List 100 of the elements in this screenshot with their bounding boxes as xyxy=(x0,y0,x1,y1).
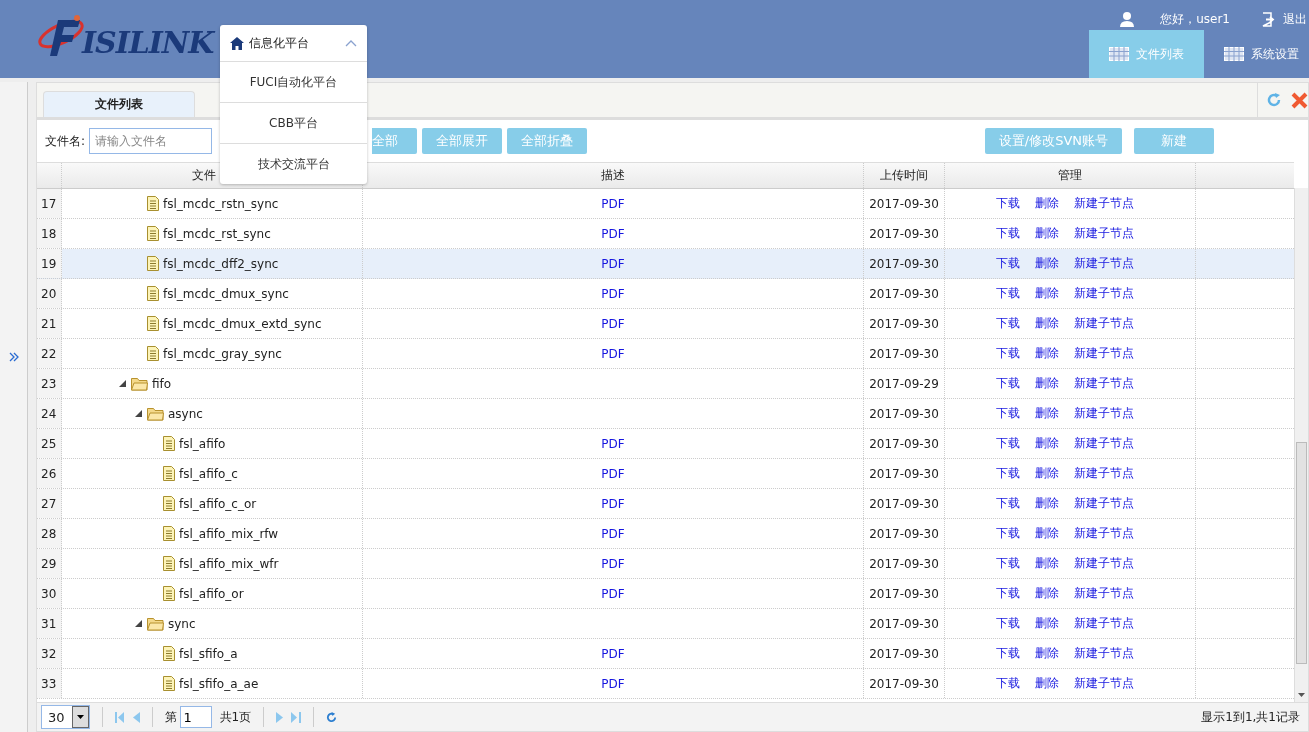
action-link[interactable]: 新建子节点 xyxy=(1074,585,1134,602)
action-link[interactable]: 新建子节点 xyxy=(1074,285,1134,302)
table-row[interactable]: 26 fsl_afifo_c PDF 2017-09-30 下载 删除 新建子节点 xyxy=(37,459,1294,489)
action-link[interactable]: 新建子节点 xyxy=(1074,195,1134,212)
action-link[interactable]: 新建子节点 xyxy=(1074,675,1134,692)
action-link[interactable]: 删除 xyxy=(1035,375,1059,392)
action-link[interactable]: 删除 xyxy=(1035,585,1059,602)
action-link[interactable]: 删除 xyxy=(1035,615,1059,632)
panel-tab[interactable]: 文件列表 xyxy=(43,91,195,117)
platform-menu-toggle[interactable]: 信息化平台 xyxy=(220,25,367,61)
pdf-link[interactable]: PDF xyxy=(601,196,625,211)
table-row[interactable]: 20 fsl_mcdc_dmux_sync PDF 2017-09-30 下载 删除 新建子节点 xyxy=(37,279,1294,309)
action-link[interactable]: 删除 xyxy=(1035,345,1059,362)
action-link[interactable]: 下载 xyxy=(996,375,1020,392)
action-link[interactable]: 下载 xyxy=(996,435,1020,452)
table-row[interactable]: 33 fsl_sfifo_a_ae PDF 2017-09-30 下载 删除 新建子节点 xyxy=(37,669,1294,699)
table-row[interactable]: 30 fsl_afifo_or PDF 2017-09-30 下载 删除 新建子节点 xyxy=(37,579,1294,609)
refresh-icon[interactable] xyxy=(1266,92,1282,108)
first-page-icon[interactable] xyxy=(114,711,125,723)
action-link[interactable]: 新建子节点 xyxy=(1074,525,1134,542)
refresh-icon[interactable] xyxy=(326,711,338,723)
pdf-link[interactable]: PDF xyxy=(601,676,625,691)
action-link[interactable]: 下载 xyxy=(996,255,1020,272)
pdf-link[interactable]: PDF xyxy=(601,466,625,481)
collapse-triangle-icon[interactable] xyxy=(135,410,142,417)
action-link[interactable]: 删除 xyxy=(1035,645,1059,662)
action-link[interactable]: 删除 xyxy=(1035,465,1059,482)
action-link[interactable]: 新建子节点 xyxy=(1074,345,1134,362)
action-link[interactable]: 新建子节点 xyxy=(1074,495,1134,512)
pdf-link[interactable]: PDF xyxy=(601,526,625,541)
action-link[interactable]: 新建子节点 xyxy=(1074,315,1134,332)
action-link[interactable]: 下载 xyxy=(996,525,1020,542)
action-link[interactable]: 删除 xyxy=(1035,405,1059,422)
table-row[interactable]: 29 fsl_afifo_mix_wfr PDF 2017-09-30 下载 删除 新建子节点 xyxy=(37,549,1294,579)
action-link[interactable]: 删除 xyxy=(1035,285,1059,302)
table-row[interactable]: 17 fsl_mcdc_rstn_sync PDF 2017-09-30 下载 删除 新建子节点 xyxy=(37,189,1294,219)
action-link[interactable]: 下载 xyxy=(996,555,1020,572)
action-link[interactable]: 新建子节点 xyxy=(1074,375,1134,392)
close-icon[interactable] xyxy=(1291,91,1308,109)
action-link[interactable]: 下载 xyxy=(996,195,1020,212)
action-link[interactable]: 下载 xyxy=(996,465,1020,482)
pdf-link[interactable]: PDF xyxy=(601,286,625,301)
table-row[interactable]: 24 async 2017-09-30 下载 删除 新建子节点 xyxy=(37,399,1294,429)
pdf-link[interactable]: PDF xyxy=(601,346,625,361)
action-link[interactable]: 下载 xyxy=(996,345,1020,362)
table-row[interactable]: 22 fsl_mcdc_gray_sync PDF 2017-09-30 下载 删除 新建子节点 xyxy=(37,339,1294,369)
next-page-icon[interactable] xyxy=(276,711,284,723)
logout-link[interactable]: 退出 xyxy=(1262,10,1307,28)
action-link[interactable]: 新建子节点 xyxy=(1074,555,1134,572)
action-link[interactable]: 新建子节点 xyxy=(1074,255,1134,272)
action-link[interactable]: 删除 xyxy=(1035,435,1059,452)
table-row[interactable]: 19 fsl_mcdc_dff2_sync PDF 2017-09-30 下载 删除 新建子节点 xyxy=(37,249,1294,279)
action-link[interactable]: 删除 xyxy=(1035,675,1059,692)
action-link[interactable]: 下载 xyxy=(996,675,1020,692)
table-row[interactable]: 27 fsl_afifo_c_or PDF 2017-09-30 下载 删除 新建子节点 xyxy=(37,489,1294,519)
table-row[interactable]: 25 fsl_afifo PDF 2017-09-30 下载 删除 新建子节点 xyxy=(37,429,1294,459)
pdf-link[interactable]: PDF xyxy=(601,646,625,661)
collapse-triangle-icon[interactable] xyxy=(119,380,126,387)
pdf-link[interactable]: PDF xyxy=(601,256,625,271)
action-link[interactable]: 删除 xyxy=(1035,255,1059,272)
action-link[interactable]: 删除 xyxy=(1035,495,1059,512)
action-link[interactable]: 新建子节点 xyxy=(1074,435,1134,452)
action-link[interactable]: 下载 xyxy=(996,585,1020,602)
table-row[interactable]: 32 fsl_sfifo_a PDF 2017-09-30 下载 删除 新建子节点 xyxy=(37,639,1294,669)
action-link[interactable]: 新建子节点 xyxy=(1074,465,1134,482)
action-link[interactable]: 删除 xyxy=(1035,195,1059,212)
action-link[interactable]: 下载 xyxy=(996,315,1020,332)
action-link[interactable]: 下载 xyxy=(996,495,1020,512)
action-link[interactable]: 新建子节点 xyxy=(1074,615,1134,632)
pdf-link[interactable]: PDF xyxy=(601,436,625,451)
pdf-link[interactable]: PDF xyxy=(601,316,625,331)
last-page-icon[interactable] xyxy=(291,711,302,723)
pdf-link[interactable]: PDF xyxy=(601,586,625,601)
expand-icon[interactable] xyxy=(8,352,19,362)
action-link[interactable]: 下载 xyxy=(996,645,1020,662)
action-link[interactable]: 新建子节点 xyxy=(1074,645,1134,662)
scroll-down-icon[interactable] xyxy=(1298,693,1305,697)
scrollbar[interactable] xyxy=(1294,188,1308,702)
search-field[interactable]: 请输入文件名 xyxy=(89,128,213,154)
action-link[interactable]: 删除 xyxy=(1035,555,1059,572)
action-link[interactable]: 删除 xyxy=(1035,315,1059,332)
table-row[interactable]: 23 fifo 2017-09-29 下载 删除 新建子节点 xyxy=(37,369,1294,399)
action-link[interactable]: 下载 xyxy=(996,285,1020,302)
nav-tab[interactable]: 系统设置 xyxy=(1204,30,1309,78)
action-link[interactable]: 新建子节点 xyxy=(1074,225,1134,242)
action-link[interactable]: 删除 xyxy=(1035,225,1059,242)
action-link[interactable]: 下载 xyxy=(996,615,1020,632)
table-row[interactable]: 21 fsl_mcdc_dmux_extd_sync PDF 2017-09-30 下载 删除 新建子节点 xyxy=(37,309,1294,339)
action-link[interactable]: 下载 xyxy=(996,405,1020,422)
page-size-select[interactable]: 30 xyxy=(41,705,90,729)
action-link[interactable]: 删除 xyxy=(1035,525,1059,542)
table-row[interactable]: 28 fsl_afifo_mix_rfw PDF 2017-09-30 下载 删除 新建子节点 xyxy=(37,519,1294,549)
pdf-link[interactable]: PDF xyxy=(601,496,625,511)
pdf-link[interactable]: PDF xyxy=(601,226,625,241)
collapse-triangle-icon[interactable] xyxy=(135,620,142,627)
table-row[interactable]: 31 sync 2017-09-30 下载 删除 新建子节点 xyxy=(37,609,1294,639)
previous-page-icon[interactable] xyxy=(132,711,140,723)
page-number-field[interactable]: 1 xyxy=(179,706,212,728)
action-link[interactable]: 下载 xyxy=(996,225,1020,242)
pdf-link[interactable]: PDF xyxy=(601,556,625,571)
